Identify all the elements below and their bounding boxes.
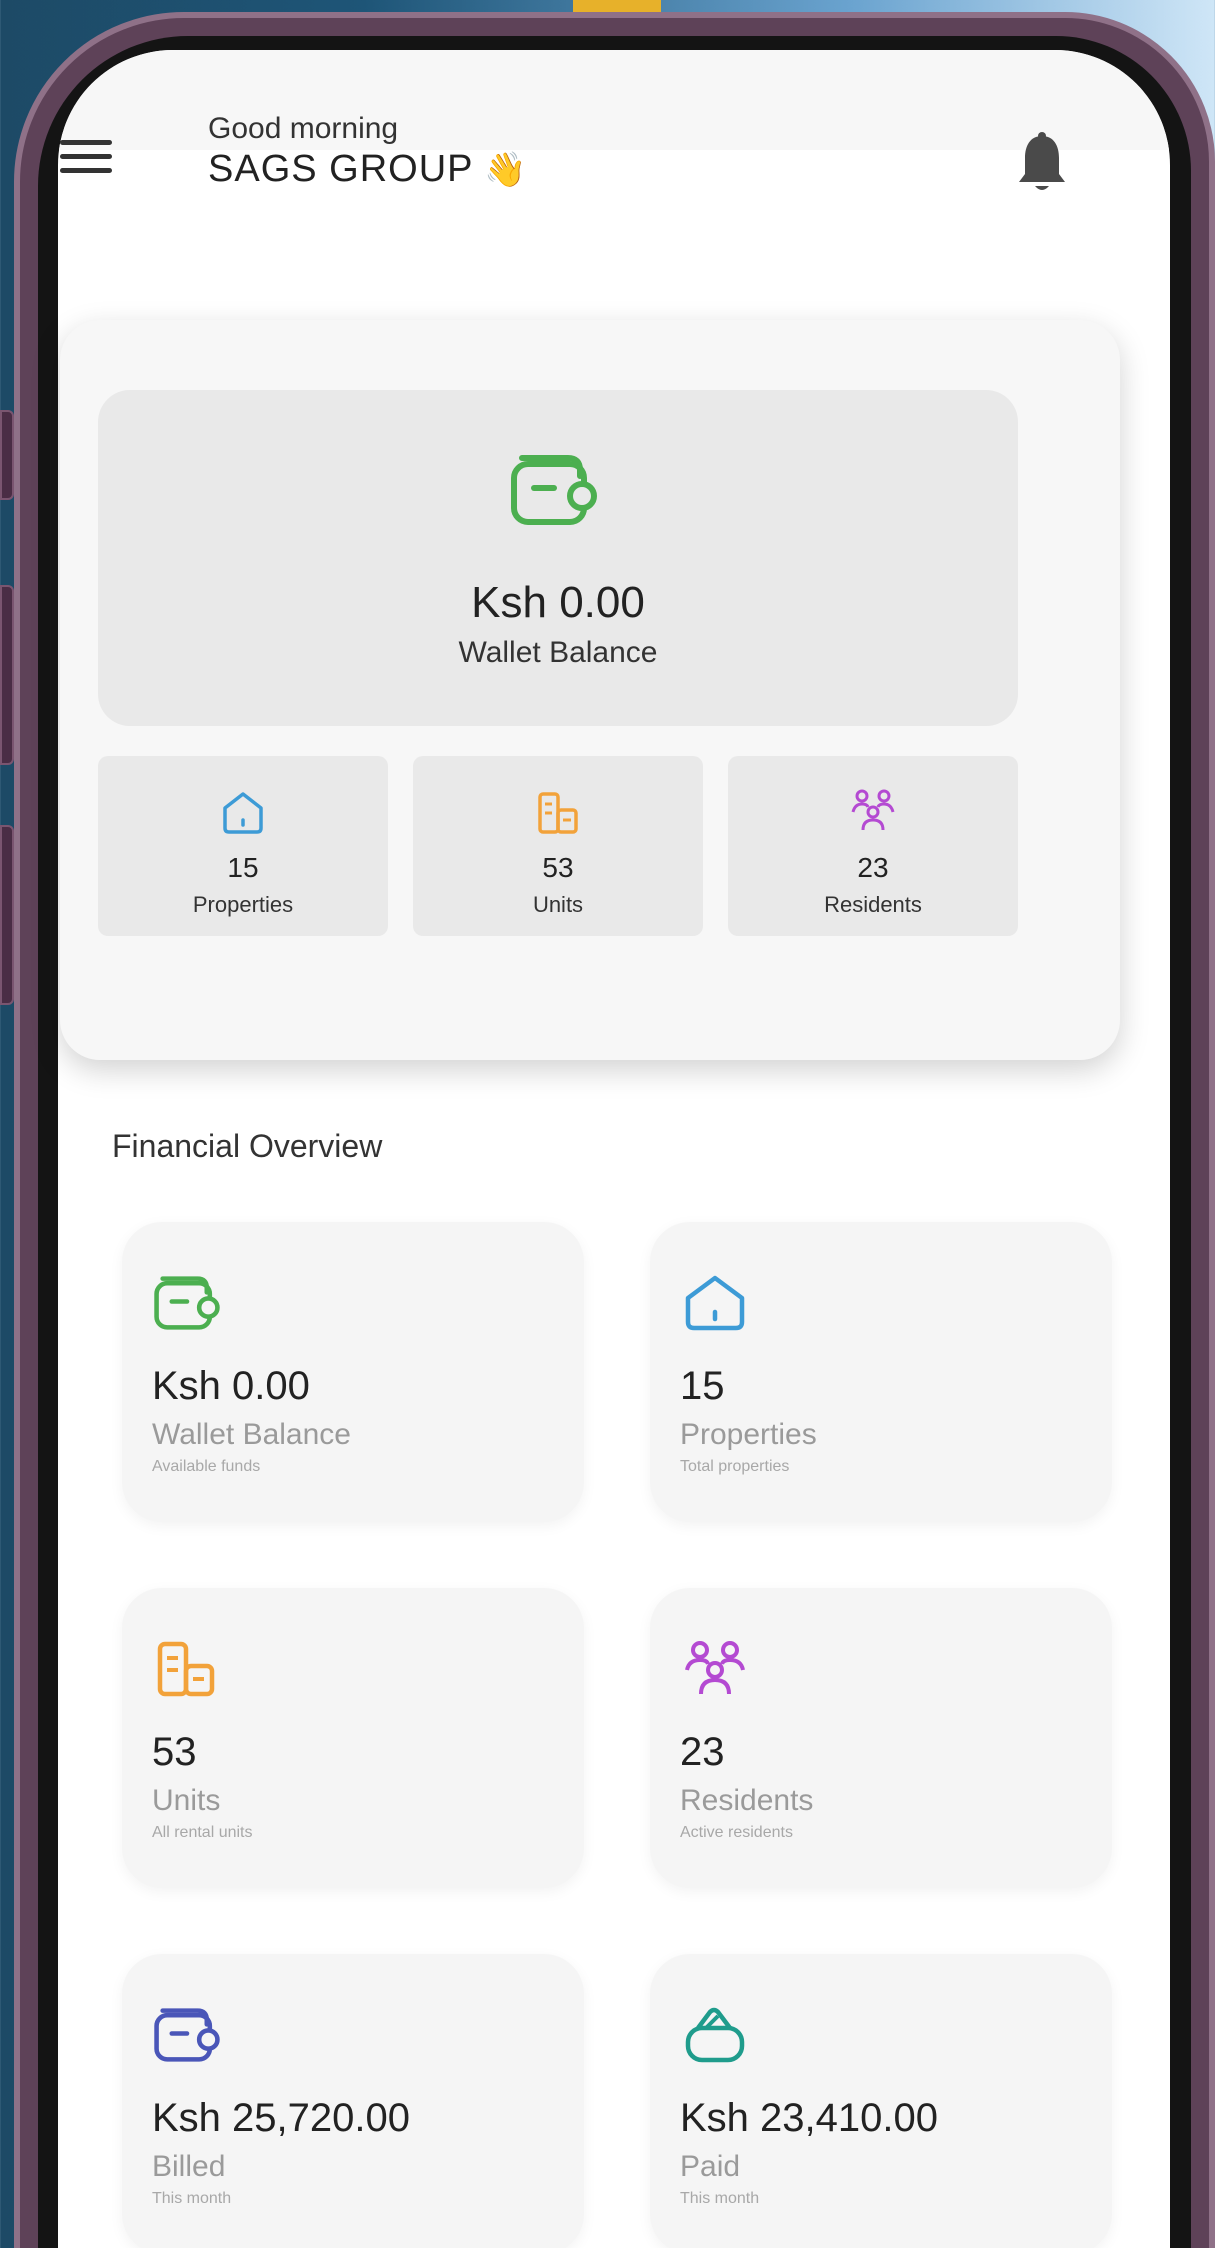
fin-card-subtitle: All rental units bbox=[152, 1824, 253, 1841]
notification-bell-icon[interactable] bbox=[1014, 130, 1070, 196]
purse-icon bbox=[685, 2007, 745, 2063]
fin-card-wallet-balance[interactable]: Ksh 0.00 Wallet Balance Available funds bbox=[122, 1222, 584, 1522]
wave-emoji-icon: 👋 bbox=[484, 151, 528, 189]
stat-label: Properties bbox=[192, 892, 294, 917]
fin-card-billed[interactable]: Ksh 25,720.00 Billed This month bbox=[122, 1954, 584, 2248]
greeting-text: Good morning bbox=[208, 112, 399, 145]
fin-card-subtitle: Available funds bbox=[152, 1458, 261, 1475]
house-icon bbox=[223, 792, 263, 834]
stat-label: Units bbox=[532, 892, 584, 917]
company-name-text: SAGS GROUP bbox=[208, 148, 473, 190]
people-icon bbox=[685, 1641, 745, 1695]
fin-card-units[interactable]: 53 Units All rental units bbox=[122, 1588, 584, 1888]
stat-tile-units[interactable]: 53 Units bbox=[413, 756, 703, 936]
stat-label: Residents bbox=[824, 892, 922, 917]
house-icon bbox=[685, 1275, 745, 1331]
company-name: SAGS GROUP 👋 bbox=[208, 148, 528, 191]
wallet-icon bbox=[511, 455, 597, 525]
wallet-balance-amount: Ksh 0.00 bbox=[471, 578, 645, 627]
stat-tile-residents[interactable]: 23 Residents bbox=[728, 756, 1018, 936]
fin-card-properties[interactable]: 15 Properties Total properties bbox=[650, 1222, 1112, 1522]
fin-card-value: Ksh 23,410.00 bbox=[680, 2096, 938, 2140]
side-button bbox=[0, 825, 14, 1005]
side-button bbox=[0, 410, 14, 500]
fin-card-residents[interactable]: 23 Residents Active residents bbox=[650, 1588, 1112, 1888]
people-icon bbox=[851, 789, 895, 831]
stat-value: 15 bbox=[227, 852, 259, 883]
building-icon bbox=[538, 792, 578, 834]
fin-card-value: 15 bbox=[680, 1364, 725, 1408]
stat-tile-properties[interactable]: 15 Properties bbox=[98, 756, 388, 936]
fin-card-subtitle: Total properties bbox=[680, 1458, 790, 1475]
fin-card-value: 53 bbox=[152, 1730, 197, 1774]
fin-card-subtitle: This month bbox=[680, 2190, 760, 2207]
wallet-balance-panel[interactable] bbox=[98, 390, 1018, 726]
fin-card-subtitle: Active residents bbox=[680, 1824, 793, 1841]
wallet-icon bbox=[154, 1276, 220, 1330]
building-icon bbox=[157, 1641, 215, 1697]
fin-card-title: Paid bbox=[680, 2150, 741, 2183]
stat-value: 53 bbox=[542, 852, 574, 883]
hamburger-menu-icon[interactable] bbox=[60, 140, 116, 176]
wallet-icon bbox=[154, 2008, 220, 2062]
wallet-balance-label: Wallet Balance bbox=[458, 636, 658, 669]
side-button bbox=[0, 585, 14, 765]
fin-card-paid[interactable]: Ksh 23,410.00 Paid This month bbox=[650, 1954, 1112, 2248]
section-title-financial-overview: Financial Overview bbox=[112, 1128, 383, 1164]
fin-card-title: Wallet Balance bbox=[152, 1418, 351, 1451]
stat-value: 23 bbox=[857, 852, 889, 883]
fin-card-title: Properties bbox=[680, 1418, 817, 1451]
fin-card-subtitle: This month bbox=[152, 2190, 232, 2207]
fin-card-value: Ksh 25,720.00 bbox=[152, 2096, 410, 2140]
fin-card-title: Units bbox=[152, 1784, 221, 1817]
fin-card-title: Residents bbox=[680, 1784, 814, 1817]
fin-card-value: Ksh 0.00 bbox=[152, 1364, 310, 1408]
fin-card-value: 23 bbox=[680, 1730, 725, 1774]
fin-card-title: Billed bbox=[152, 2150, 226, 2183]
